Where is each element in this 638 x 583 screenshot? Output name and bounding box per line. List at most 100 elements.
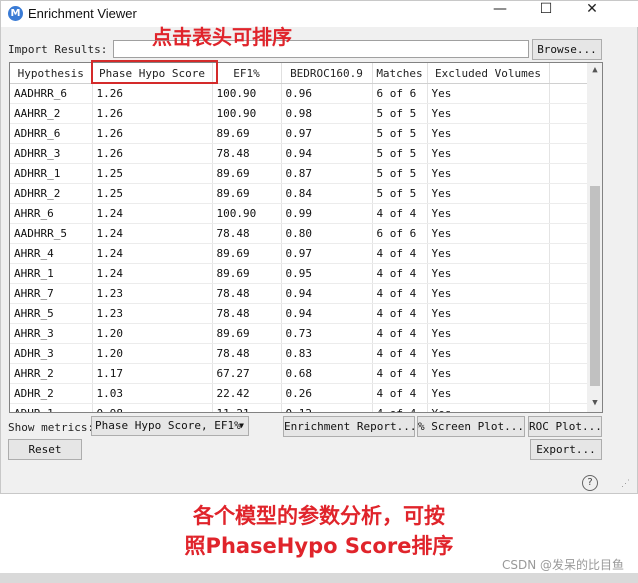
table-row[interactable]: AADHRR_5 1.24 78.48 0.80 6 of 6 Yes (10, 223, 588, 244)
table-row[interactable]: AHRR_3 1.20 89.69 0.73 4 of 4 Yes (10, 323, 588, 344)
roc-plot-button[interactable]: ROC Plot... (528, 416, 602, 437)
cell-bedroc: 0.94 (281, 143, 373, 164)
cell-hypothesis: AHRR_3 (10, 323, 93, 344)
cell-matches: 4 of 4 (372, 363, 428, 384)
cell-spacer (549, 343, 588, 364)
help-icon[interactable]: ? (582, 475, 598, 491)
table-row[interactable]: AHRR_6 1.24 100.90 0.99 4 of 4 Yes (10, 203, 588, 224)
sort-hint-annotation: 点击表头可排序 (152, 25, 292, 49)
show-metrics-label: Show metrics: (8, 421, 95, 434)
column-header-hypothesis[interactable]: Hypothesis (10, 63, 93, 84)
caption-line-1: 各个模型的参数分析，可按 (193, 504, 445, 528)
table-row[interactable]: ADHRR_3 1.26 78.48 0.94 5 of 5 Yes (10, 143, 588, 164)
cell-bedroc: 0.95 (281, 263, 373, 284)
cell-hypothesis: ADHRR_1 (10, 163, 93, 184)
table-row[interactable]: ADHRR_2 1.25 89.69 0.84 5 of 5 Yes (10, 183, 588, 204)
maximize-button[interactable]: ☐ (523, 1, 569, 27)
scroll-down-icon[interactable]: ▼ (588, 398, 602, 408)
cell-score: 1.23 (92, 303, 213, 324)
cell-score: 1.26 (92, 123, 213, 144)
table-row[interactable]: AAHRR_2 1.26 100.90 0.98 5 of 5 Yes (10, 103, 588, 124)
cell-hypothesis: AHRR_2 (10, 363, 93, 384)
cell-hypothesis: AADHRR_6 (10, 83, 93, 104)
cell-spacer (549, 183, 588, 204)
cell-matches: 5 of 5 (372, 103, 428, 124)
cell-spacer (549, 163, 588, 184)
table-row[interactable]: ADHRR_1 1.25 89.69 0.87 5 of 5 Yes (10, 163, 588, 184)
table-row[interactable]: AHRR_5 1.23 78.48 0.94 4 of 4 Yes (10, 303, 588, 324)
export-button[interactable]: Export... (530, 439, 602, 460)
table-header-row: Hypothesis Phase Hypo Score EF1% BEDROC1… (10, 63, 588, 84)
cell-score: 1.24 (92, 203, 213, 224)
cell-ef1: 78.48 (212, 283, 282, 304)
cell-hypothesis: ADHR_3 (10, 343, 93, 364)
cell-hypothesis: ADHRR_3 (10, 143, 93, 164)
screen-plot-button[interactable]: % Screen Plot... (417, 416, 525, 437)
cell-score: 1.17 (92, 363, 213, 384)
cell-excluded: Yes (427, 263, 550, 284)
close-button[interactable]: ✕ (569, 1, 615, 27)
cell-hypothesis: AHRR_1 (10, 263, 93, 284)
cell-matches: 4 of 4 (372, 263, 428, 284)
cell-excluded: Yes (427, 163, 550, 184)
scrollbar-thumb[interactable] (590, 186, 600, 386)
cell-matches: 5 of 5 (372, 123, 428, 144)
column-header-matches[interactable]: Matches (372, 63, 428, 84)
cell-score: 1.24 (92, 263, 213, 284)
metrics-select-value: Phase Hypo Score, EF1% (95, 419, 241, 432)
cell-hypothesis: ADHR_1 (10, 403, 93, 412)
table-row[interactable]: ADHR_3 1.20 78.48 0.83 4 of 4 Yes (10, 343, 588, 364)
column-header-phase-hypo-score[interactable]: Phase Hypo Score (92, 63, 213, 84)
column-header-spacer (549, 63, 588, 84)
table-row[interactable]: ADHRR_6 1.26 89.69 0.97 5 of 5 Yes (10, 123, 588, 144)
cell-bedroc: 0.12 (281, 403, 373, 412)
minimize-button[interactable]: — (477, 1, 523, 27)
cell-ef1: 100.90 (212, 83, 282, 104)
footer-bar (0, 573, 638, 583)
table-row[interactable]: ADHR_10.9811.210.124 of 4Yes (10, 403, 588, 412)
resize-grip-icon[interactable]: ⋰ (621, 479, 630, 489)
cell-excluded: Yes (427, 223, 550, 244)
enrichment-viewer-window: M Enrichment Viewer — ☐ ✕ Import Results… (0, 0, 638, 494)
cell-excluded: Yes (427, 123, 550, 144)
cell-ef1: 100.90 (212, 203, 282, 224)
table-row[interactable]: AHRR_7 1.23 78.48 0.94 4 of 4 Yes (10, 283, 588, 304)
cell-matches: 5 of 5 (372, 143, 428, 164)
table-row[interactable]: AHRR_2 1.17 67.27 0.68 4 of 4 Yes (10, 363, 588, 384)
cell-bedroc: 0.26 (281, 383, 373, 404)
browse-button[interactable]: Browse... (532, 39, 602, 60)
cell-excluded: Yes (427, 183, 550, 204)
cell-score: 0.98 (92, 403, 213, 412)
column-header-bedroc[interactable]: BEDROC160.9 (281, 63, 373, 84)
cell-spacer (549, 383, 588, 404)
cell-score: 1.03 (92, 383, 213, 404)
cell-matches: 6 of 6 (372, 83, 428, 104)
scroll-up-icon[interactable]: ▲ (588, 65, 602, 75)
column-header-excluded-volumes[interactable]: Excluded Volumes (427, 63, 550, 84)
cell-hypothesis: AHRR_6 (10, 203, 93, 224)
table-row[interactable]: AHRR_1 1.24 89.69 0.95 4 of 4 Yes (10, 263, 588, 284)
metrics-select[interactable]: Phase Hypo Score, EF1% ▼ (91, 416, 249, 436)
cell-hypothesis: AHRR_5 (10, 303, 93, 324)
table-row[interactable]: AHRR_4 1.24 89.69 0.97 4 of 4 Yes (10, 243, 588, 264)
cell-ef1: 78.48 (212, 343, 282, 364)
table-row[interactable]: AADHRR_6 1.26 100.90 0.96 6 of 6 Yes (10, 83, 588, 104)
cell-spacer (549, 303, 588, 324)
cell-excluded: Yes (427, 403, 550, 412)
cell-spacer (549, 223, 588, 244)
title-bar[interactable]: M Enrichment Viewer — ☐ ✕ (1, 1, 638, 27)
cell-bedroc: 0.97 (281, 243, 373, 264)
cell-ef1: 89.69 (212, 163, 282, 184)
table-row[interactable]: ADHR_2 1.03 22.42 0.26 4 of 4 Yes (10, 383, 588, 404)
cell-spacer (549, 83, 588, 104)
column-header-ef1[interactable]: EF1% (212, 63, 282, 84)
cell-hypothesis: AHRR_4 (10, 243, 93, 264)
cell-score: 1.20 (92, 323, 213, 344)
cell-excluded: Yes (427, 323, 550, 344)
chevron-down-icon: ▼ (239, 421, 244, 430)
reset-button[interactable]: Reset (8, 439, 82, 460)
cell-spacer (549, 323, 588, 344)
enrichment-report-button[interactable]: Enrichment Report... (283, 416, 415, 437)
cell-ef1: 22.42 (212, 383, 282, 404)
cell-score: 1.25 (92, 183, 213, 204)
